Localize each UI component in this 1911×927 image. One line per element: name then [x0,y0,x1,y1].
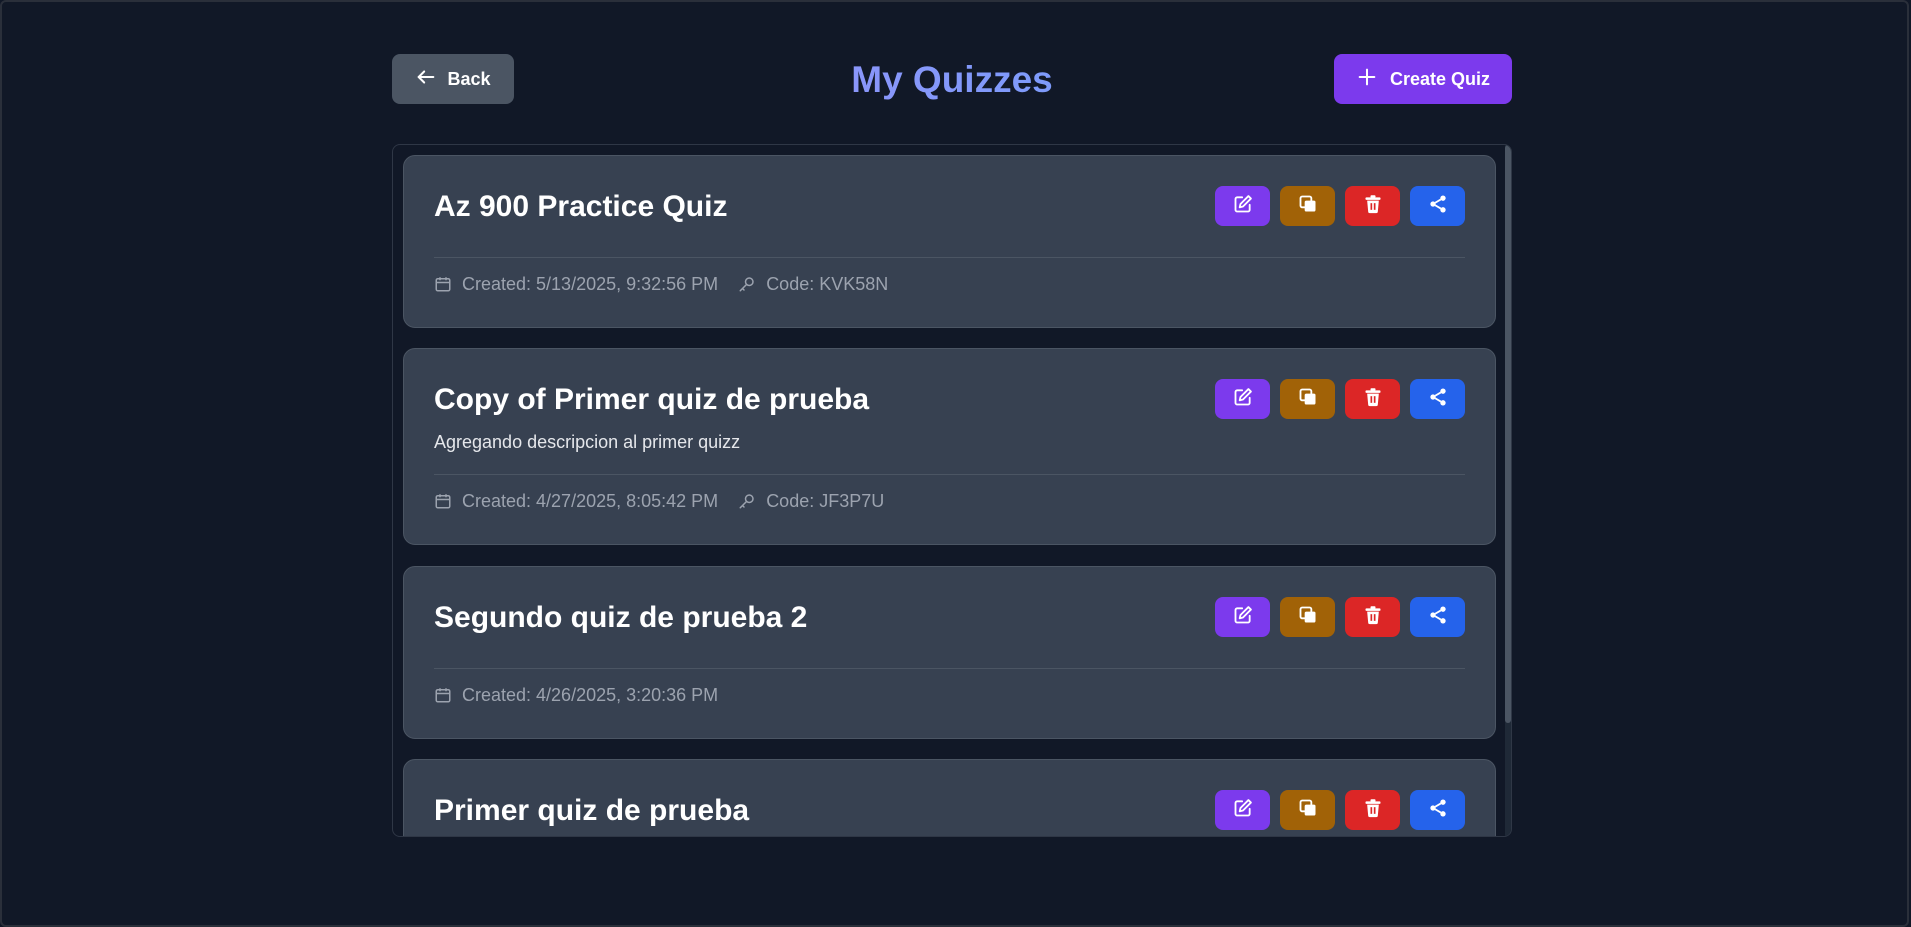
duplicate-quiz-button[interactable] [1280,379,1335,419]
key-icon [738,492,756,510]
share-icon [1428,605,1448,630]
quiz-actions [1215,790,1465,830]
key-icon [738,275,756,293]
created-info: Created: 4/27/2025, 8:05:42 PM [434,490,718,512]
trash-icon [1363,798,1383,823]
back-button[interactable]: Back [392,54,514,104]
delete-quiz-button[interactable] [1345,597,1400,637]
edit-icon [1233,387,1253,412]
duplicate-quiz-button[interactable] [1280,790,1335,830]
share-quiz-button[interactable] [1410,186,1465,226]
share-icon [1428,194,1448,219]
quiz-code: Code: JF3P7U [766,491,885,511]
copy-icon [1298,798,1318,823]
calendar-icon [434,492,452,510]
duplicate-quiz-button[interactable] [1280,597,1335,637]
copy-icon [1298,194,1318,219]
quiz-list[interactable]: Az 900 Practice Quiz Created: 5/13/2025,… [392,144,1512,837]
quiz-code: Code: KVK58N [766,274,889,294]
quiz-actions [1215,379,1465,419]
created-date: Created: 5/13/2025, 9:32:56 PM [462,274,719,294]
card-divider [434,257,1465,258]
quiz-card: Segundo quiz de prueba 2 Created: 4/26/2… [403,566,1496,739]
quiz-actions [1215,186,1465,226]
page-header: Back My Quizzes Create Quiz [392,54,1512,104]
edit-icon [1233,798,1253,823]
edit-quiz-button[interactable] [1215,186,1270,226]
delete-quiz-button[interactable] [1345,379,1400,419]
edit-quiz-button[interactable] [1215,379,1270,419]
duplicate-quiz-button[interactable] [1280,186,1335,226]
app-window: Back My Quizzes Create Quiz Az 900 Pract… [0,0,1909,927]
calendar-icon [434,275,452,293]
arrow-left-icon [415,66,437,93]
edit-icon [1233,194,1253,219]
created-info: Created: 4/26/2025, 3:20:36 PM [434,684,718,706]
quiz-meta: Created: 4/26/2025, 3:20:36 PM [434,684,718,706]
card-divider [434,668,1465,669]
quiz-card: Copy of Primer quiz de prueba Agregando … [403,348,1496,545]
created-date: Created: 4/27/2025, 8:05:42 PM [462,491,719,511]
create-quiz-button[interactable]: Create Quiz [1334,54,1512,104]
quiz-meta: Created: 4/27/2025, 8:05:42 PM Code: JF3… [434,490,884,512]
created-info: Created: 5/13/2025, 9:32:56 PM [434,273,718,295]
copy-icon [1298,605,1318,630]
share-icon [1428,798,1448,823]
quiz-actions [1215,597,1465,637]
delete-quiz-button[interactable] [1345,790,1400,830]
delete-quiz-button[interactable] [1345,186,1400,226]
edit-quiz-button[interactable] [1215,790,1270,830]
quiz-card: Az 900 Practice Quiz Created: 5/13/2025,… [403,155,1496,328]
quiz-title: Segundo quiz de prueba 2 [434,601,808,634]
created-date: Created: 4/26/2025, 3:20:36 PM [462,685,719,705]
card-divider [434,474,1465,475]
trash-icon [1363,387,1383,412]
quiz-title: Az 900 Practice Quiz [434,190,728,223]
trash-icon [1363,605,1383,630]
code-info: Code: KVK58N [738,273,888,295]
back-button-label: Back [447,68,491,89]
edit-quiz-button[interactable] [1215,597,1270,637]
scrollbar[interactable] [1505,145,1511,836]
copy-icon [1298,387,1318,412]
share-quiz-button[interactable] [1410,597,1465,637]
edit-icon [1233,605,1253,630]
scrollbar-thumb[interactable] [1505,145,1511,723]
quiz-card: Primer quiz de prueba [403,759,1496,836]
create-quiz-label: Create Quiz [1389,68,1491,89]
code-info: Code: JF3P7U [738,490,884,512]
trash-icon [1363,194,1383,219]
quiz-title: Copy of Primer quiz de prueba [434,383,870,416]
quiz-description: Agregando descripcion al primer quizz [434,432,741,452]
quiz-title: Primer quiz de prueba [434,794,750,827]
share-quiz-button[interactable] [1410,379,1465,419]
quiz-meta: Created: 5/13/2025, 9:32:56 PM Code: KVK… [434,273,888,295]
share-icon [1428,387,1448,412]
calendar-icon [434,686,452,704]
plus-icon [1356,66,1378,93]
share-quiz-button[interactable] [1410,790,1465,830]
